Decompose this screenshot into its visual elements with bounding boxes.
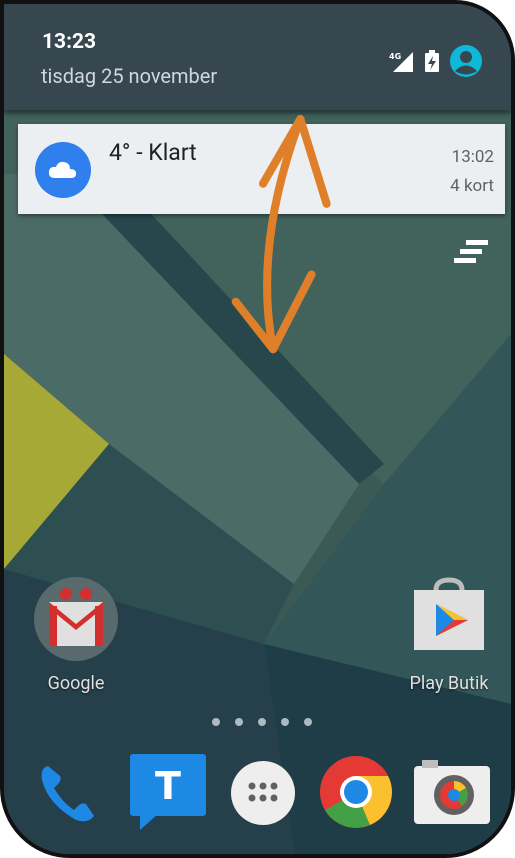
app-google[interactable]: Google: [28, 576, 124, 694]
page-dot: [235, 718, 243, 726]
page-indicator: [212, 718, 312, 726]
app-play-butik[interactable]: Play Butik: [399, 576, 499, 694]
clear-all-icon[interactable]: [454, 240, 490, 268]
chrome-icon[interactable]: [318, 754, 394, 834]
phone-icon[interactable]: [34, 758, 104, 832]
page-dot: [212, 718, 220, 726]
page-dot: [258, 718, 266, 726]
battery-charging-icon: [425, 50, 439, 76]
card-count: 4 kort: [450, 176, 494, 196]
gmail-icon: [34, 577, 118, 661]
notification-shade-header[interactable]: 13:23 tisdag 25 november 4G: [4, 4, 511, 110]
4g-signal-icon: 4G: [389, 50, 415, 76]
phone-screen: 13:23 tisdag 25 november 4G 4° - Klart 1…: [0, 0, 515, 858]
weather-notification-card[interactable]: 4° - Klart 13:02 4 kort: [18, 124, 505, 214]
clock-time: 13:23: [42, 30, 97, 54]
page-dot: [281, 718, 289, 726]
cloud-icon: [35, 142, 91, 198]
date-label: tisdag 25 november: [41, 64, 218, 88]
app-label: Google: [47, 673, 105, 694]
app-label: Play Butik: [409, 673, 489, 694]
weather-title: 4° - Klart: [109, 139, 197, 166]
svg-text:T: T: [155, 764, 181, 808]
status-icons: 4G: [389, 44, 483, 82]
camera-icon[interactable]: [414, 758, 490, 830]
app-drawer-icon[interactable]: [230, 760, 296, 830]
page-dot: [304, 718, 312, 726]
svg-text:4G: 4G: [389, 52, 401, 61]
notification-time: 13:02: [451, 147, 494, 167]
play-store-icon: [414, 577, 484, 650]
account-icon[interactable]: [449, 44, 483, 82]
messaging-icon[interactable]: T: [130, 754, 206, 836]
